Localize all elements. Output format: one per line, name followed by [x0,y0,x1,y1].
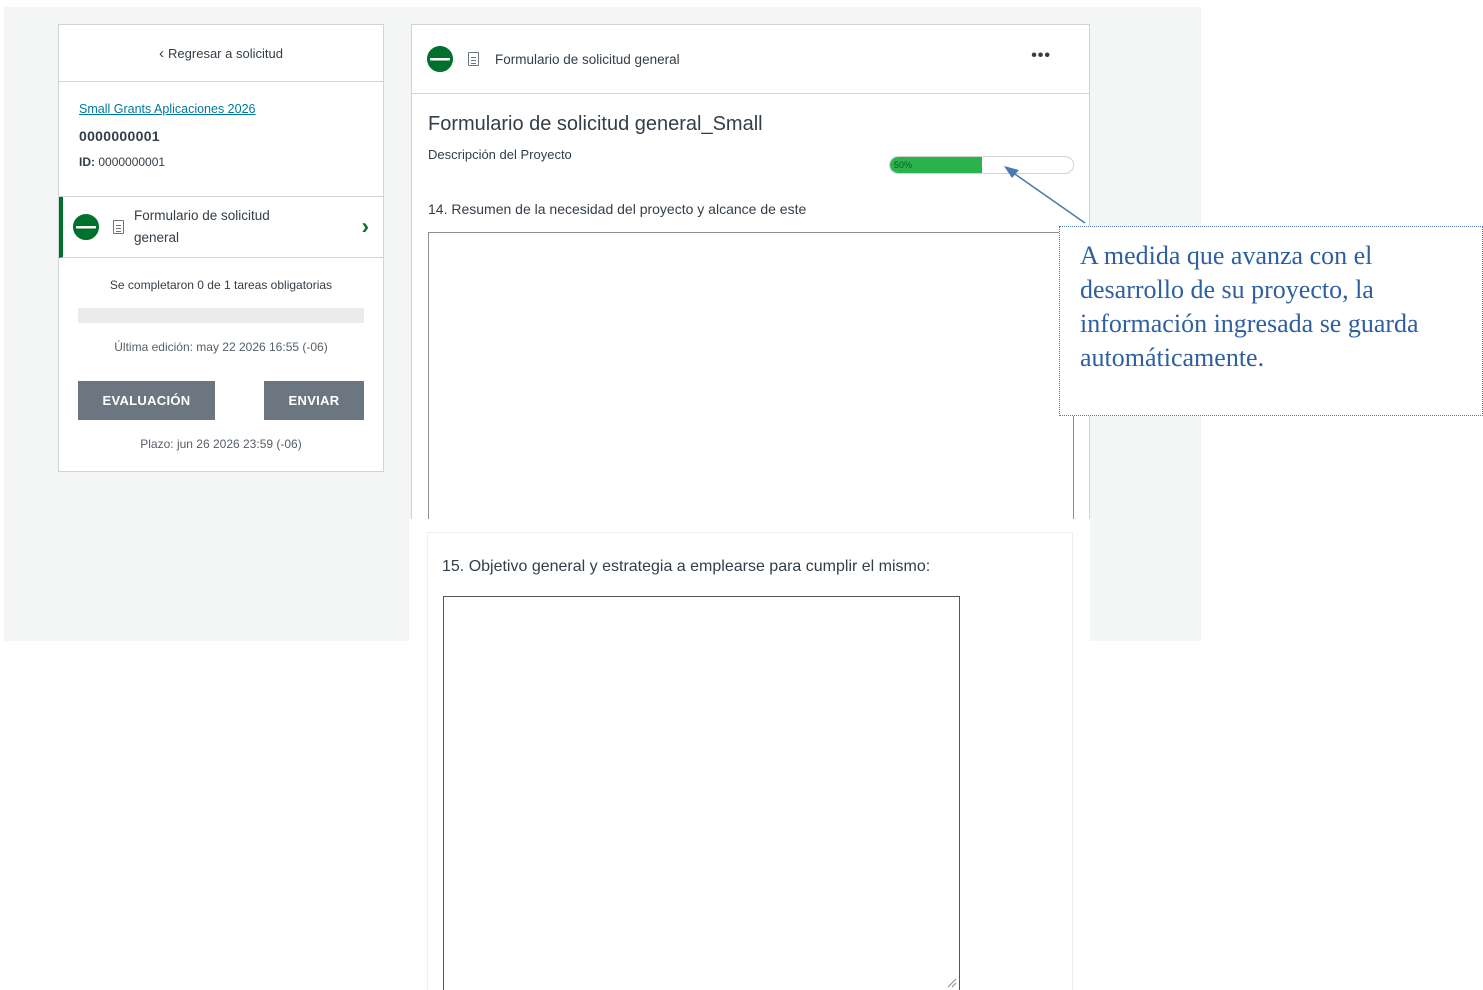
question-14-textarea[interactable] [428,232,1074,522]
resize-grip-icon[interactable] [945,976,957,988]
callout-text: A medida que avanza con el desarrollo de… [1080,241,1419,372]
application-number: 0000000001 [79,128,160,144]
form-progress-bar: 50% [889,156,1074,174]
document-icon [468,52,479,66]
application-info: Small Grants Aplicaciones 2026 000000000… [59,82,383,197]
application-sidebar: ‹ Regresar a solicitud Small Grants Apli… [58,24,384,472]
id-value: 0000000001 [98,155,166,169]
program-link[interactable]: Small Grants Aplicaciones 2026 [79,102,363,116]
required-tasks-status: Se completaron 0 de 1 tareas obligatoria… [109,278,333,292]
last-edit-timestamp: Última edición: may 22 2026 16:55 (-06) [114,340,328,354]
form-header: Formulario de solicitud general ••• [412,25,1089,94]
question-15-textarea[interactable] [443,596,960,990]
question-15-container: 15. Objetivo general y estrategia a empl… [427,532,1073,990]
status-half-circle-icon [427,46,453,72]
task-label: Formulario de solicitud general [134,208,270,245]
deadline-text: Plazo: jun 26 2026 23:59 (-06) [140,437,302,451]
question-15-section: 15. Objetivo general y estrategia a empl… [409,519,1090,990]
document-icon [113,220,124,234]
required-tasks-progress-bar [78,308,364,323]
chevron-right-icon: › [361,213,369,239]
action-buttons: EVALUACIÓN ENVIAR [59,381,383,420]
evaluation-button[interactable]: EVALUACIÓN [78,381,215,420]
status-half-circle-icon [73,214,99,240]
application-id: ID: 0000000001 [79,155,363,169]
section-label: Descripción del Proyecto [428,147,572,162]
form-progress-fill: 50% [890,157,982,173]
chevron-left-icon: ‹ [159,44,165,62]
question-15-label: 15. Objetivo general y estrategia a empl… [442,558,931,575]
sidebar-task-general-form[interactable]: Formulario de solicitud general › [59,197,383,258]
id-label: ID: [79,155,95,169]
form-title: Formulario de solicitud general_Small [428,113,763,135]
question-14-label: 14. Resumen de la necesidad del proyecto… [428,201,807,217]
form-header-title: Formulario de solicitud general [495,51,680,67]
back-label: Regresar a solicitud [168,45,283,61]
autosave-callout: A medida que avanza con el desarrollo de… [1059,226,1483,416]
send-button[interactable]: ENVIAR [264,381,364,420]
back-to-application-link[interactable]: ‹ Regresar a solicitud [59,25,383,82]
more-dots-icon[interactable]: ••• [1031,47,1051,65]
